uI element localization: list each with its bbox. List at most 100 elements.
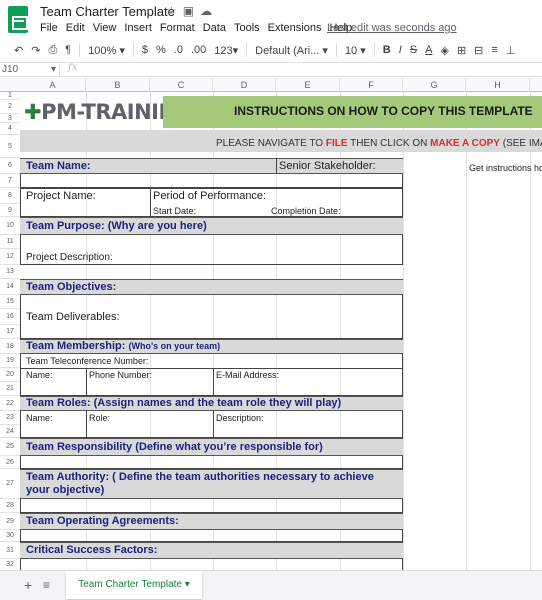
row-header[interactable]: 19 [0,354,20,368]
menu-tools[interactable]: Tools [234,22,260,34]
row-header[interactable]: 8 [0,188,20,204]
team-roles-label: Team Roles: (Assign names and the team r… [26,397,342,409]
undo-icon[interactable]: ↶ [14,44,23,57]
divider [20,368,403,369]
row-header[interactable]: 28 [0,499,20,513]
menu-file[interactable]: File [40,22,58,34]
cell-area[interactable]: ✚PM-TRAINING INSTRUCTIONS ON HOW TO COPY… [20,92,542,571]
move-folder-icon[interactable]: ▣ [183,4,200,18]
row-header[interactable]: 3 [0,114,20,123]
menu-extensions[interactable]: Extensions [268,22,322,34]
teleconference-label: Team Teleconference Number: [26,356,149,366]
font-select[interactable]: Default (Ari... ▾ [255,44,328,57]
menu-view[interactable]: View [93,22,117,34]
responsibility-input-row[interactable] [20,456,403,469]
row-header[interactable]: 22 [0,396,20,411]
text-color-icon[interactable]: A [425,44,432,56]
row-header[interactable]: 15 [0,295,20,309]
row-header[interactable]: 16 [0,309,20,325]
print-icon[interactable]: ⎙ [48,44,57,57]
menu-bar: File Edit View Insert Format Data Tools … [40,22,352,34]
column-header-b[interactable]: B [86,78,150,92]
percent-button[interactable]: % [156,44,166,56]
align-icon[interactable]: ≡ [491,44,497,56]
document-title[interactable]: Team Charter Template [40,4,175,19]
row-header[interactable]: 1 [0,92,20,100]
title-bar: Team Charter Template ☆▣☁ File Edit View… [0,0,542,40]
menu-insert[interactable]: Insert [124,22,152,34]
row-header[interactable]: 26 [0,456,20,469]
row-header[interactable]: 24 [0,425,20,438]
all-sheets-icon[interactable]: ≡ [43,578,50,592]
paint-format-icon[interactable]: ¶ [65,44,71,56]
star-icon[interactable]: ☆ [166,4,183,18]
sheet-tab-dropdown-icon[interactable]: ▾ [185,579,190,590]
currency-button[interactable]: $ [142,44,148,56]
name-box[interactable]: J10 ▾ [2,64,60,76]
row-header[interactable]: 23 [0,411,20,425]
project-description-label: Project Description: [26,252,113,263]
menu-edit[interactable]: Edit [66,22,85,34]
font-size-select[interactable]: 10 ▾ [345,44,366,57]
menu-format[interactable]: Format [160,22,195,34]
column-header-d[interactable]: D [213,78,276,92]
column-header-g[interactable]: G [403,78,466,92]
row-header[interactable]: 11 [0,235,20,249]
row-header[interactable]: 17 [0,325,20,339]
menu-data[interactable]: Data [203,22,226,34]
roles-block[interactable] [20,411,403,438]
row-header[interactable]: 6 [0,158,20,174]
borders-icon[interactable]: ⊞ [457,44,466,57]
row-header[interactable]: 7 [0,174,20,188]
row-header[interactable]: 31 [0,542,20,559]
toolbar: ↶ ↷ ⎙ ¶ 100% ▾ $ % .0 .00 123▾ Default (… [0,40,542,60]
row-header[interactable]: 4 [0,123,20,135]
row-header[interactable]: 29 [0,513,20,530]
authority-input-row[interactable] [20,499,403,513]
row-header[interactable]: 14 [0,279,20,295]
row-header[interactable]: 12 [0,249,20,265]
italic-icon[interactable]: I [399,44,402,56]
last-edit-link[interactable]: Last edit was seconds ago [327,22,457,34]
grid-line [466,92,467,571]
bold-icon[interactable]: B [383,44,391,56]
font-value: Default (Ari... [255,44,320,57]
row-header[interactable]: 21 [0,382,20,396]
column-header-e[interactable]: E [276,78,340,92]
row-header[interactable]: 30 [0,530,20,542]
strikethrough-icon[interactable]: S [410,44,417,56]
team-deliverables-label: Team Deliverables: [26,311,120,323]
row-header[interactable]: 27 [0,469,20,499]
row-header[interactable]: 5 [0,135,20,158]
fill-color-icon[interactable]: ◈ [440,44,448,57]
period-label: Period of Performance: [153,190,267,202]
row-header[interactable]: 9 [0,204,20,217]
column-header-a[interactable]: A [20,78,86,92]
title-actions: ☆▣☁ [166,4,218,18]
sheet-tab-team-charter[interactable]: Team Charter Template ▾ [66,571,202,599]
logo-mark-icon: ✚ [24,100,42,124]
column-header-h[interactable]: H [466,78,530,92]
merge-cells-icon[interactable]: ⊟ [474,44,483,57]
column-header-f[interactable]: F [340,78,403,92]
increase-decimal-button[interactable]: .00 [191,44,206,56]
sheets-logo-icon[interactable] [8,6,28,33]
row-header[interactable]: 18 [0,339,20,354]
row-header[interactable]: 20 [0,368,20,382]
team-name-input-row[interactable] [20,174,403,188]
instr-prefix: PLEASE NAVIGATE TO [216,138,324,149]
valign-icon[interactable]: ⊥ [506,44,516,57]
decrease-decimal-button[interactable]: .0 [174,44,183,56]
row-header[interactable]: 25 [0,438,20,456]
zoom-select[interactable]: 100% ▾ [88,44,125,57]
row-header[interactable]: 10 [0,217,20,235]
name-box-dropdown-icon: ▾ [50,64,56,75]
row-header[interactable]: 13 [0,265,20,279]
column-header-c[interactable]: C [150,78,213,92]
row-header[interactable]: 2 [0,100,20,114]
cloud-status-icon[interactable]: ☁ [200,4,218,18]
more-formats-button[interactable]: 123▾ [214,44,238,57]
redo-icon[interactable]: ↷ [31,44,40,57]
add-sheet-icon[interactable]: + [24,577,32,593]
agreements-input-row[interactable] [20,530,403,542]
